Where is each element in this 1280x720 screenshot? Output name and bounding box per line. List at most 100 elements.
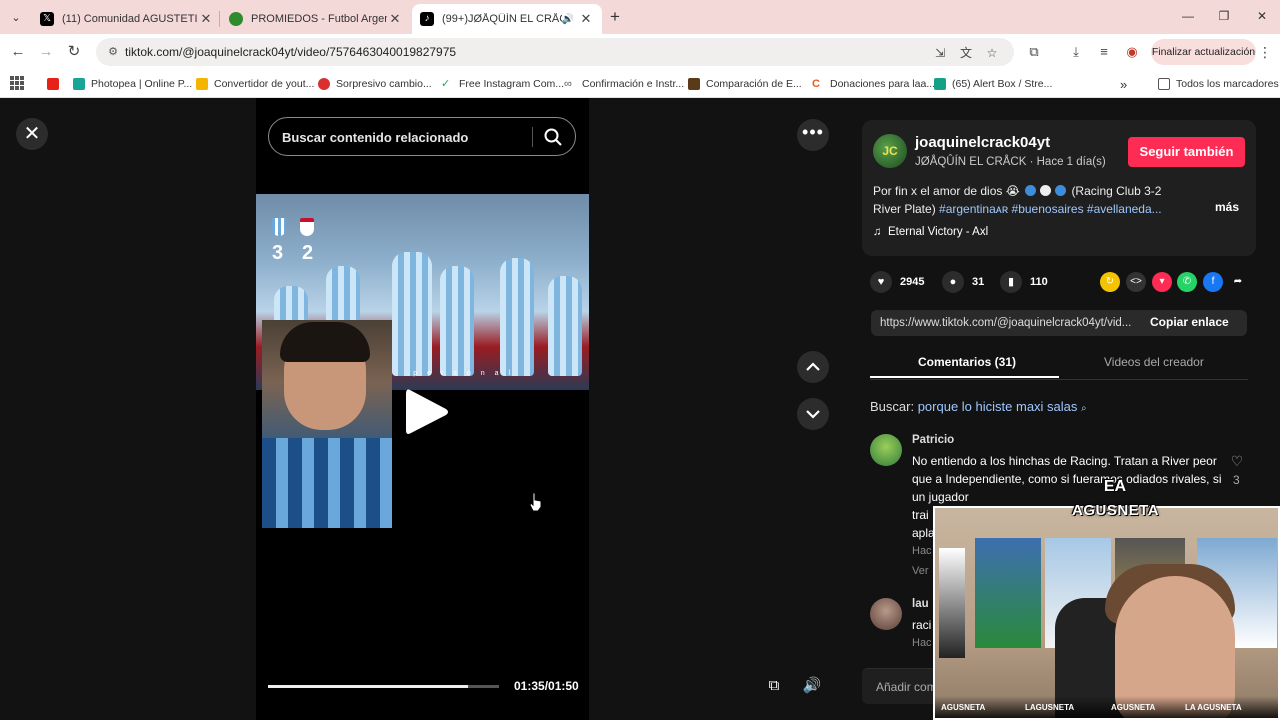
whatsapp-icon[interactable]: ✆	[1177, 272, 1197, 292]
tab-creator-videos[interactable]: Videos del creador	[1104, 355, 1204, 369]
comment-text: No entiendo a los hinchas de Racing. Tra…	[912, 454, 1222, 504]
x-handle: LAGUSNETA	[1025, 703, 1075, 712]
url-text: tiktok.com/@joaquinelcrack04yt/video/757…	[125, 45, 457, 59]
share-arrow-icon[interactable]: ➦	[1228, 272, 1248, 292]
post-info-card: JC joaquinelcrack04yt JØÅQÛÍN EL CRÅCK ·…	[862, 120, 1256, 256]
commenter-name[interactable]: Patricio	[912, 434, 954, 446]
music-link[interactable]: ♫ Eternal Victory - Axl	[873, 226, 988, 238]
scoreboard: 3 2	[270, 216, 320, 268]
tab-comments[interactable]: Comentarios (31)	[918, 355, 1016, 369]
folder-icon	[1158, 78, 1170, 90]
search-suggestion[interactable]: Buscar: porque lo hiciste maxi salas ⌕	[870, 399, 1087, 414]
commenter-avatar[interactable]	[870, 598, 902, 630]
new-tab-plus-icon[interactable]: +	[606, 8, 624, 26]
bookmark-star-icon[interactable]: ☆	[984, 45, 1000, 61]
bookmark-youtube[interactable]	[47, 76, 65, 92]
bookmark-label: Sorpresivo cambio...	[336, 78, 432, 90]
brand-text: AGUSNETA	[1072, 502, 1160, 519]
downloads-icon[interactable]: ⤓	[1068, 44, 1084, 60]
extensions-icon[interactable]: ⧉	[1026, 44, 1042, 60]
active-tab-underline	[870, 376, 1059, 378]
close-video-button[interactable]: ✕	[16, 118, 48, 150]
comment-text-cut: apla	[912, 526, 935, 540]
post-description: Por fin x el amor de dios 😭 (Racing Club…	[873, 182, 1173, 218]
video-player[interactable]: Buscar contenido relacionado 3 2 pax per…	[256, 98, 589, 720]
forward-arrow-icon[interactable]: →	[36, 42, 56, 62]
comment-time: Hac	[912, 637, 932, 649]
bookmark-comparacion[interactable]: Comparación de E...	[688, 76, 802, 92]
chevron-up-icon	[806, 362, 820, 371]
more-description-link[interactable]: más	[1215, 200, 1239, 214]
video-progress-bar[interactable]	[268, 685, 499, 688]
profile-icon[interactable]: ◉	[1124, 44, 1140, 60]
comment-like-count: 3	[1233, 473, 1240, 487]
tiktok-favicon-icon: ♪	[420, 12, 434, 26]
speaker-icon[interactable]: 🔊	[562, 14, 574, 25]
embed-code-icon[interactable]: <>	[1126, 272, 1146, 292]
post-hashtags[interactable]: #argentinaᴀʀ #buenosaires #avellaneda...	[939, 202, 1162, 216]
tab-search-chevron-icon[interactable]: ⌄	[6, 7, 26, 27]
install-app-icon[interactable]: ⇲	[932, 45, 948, 61]
minimize-icon[interactable]: —	[1176, 6, 1200, 26]
bookmark-alertbox[interactable]: (65) Alert Box / Stre...	[934, 76, 1052, 92]
player-figure	[392, 252, 432, 376]
previous-video-button[interactable]	[797, 351, 829, 383]
commenter-avatar[interactable]	[870, 434, 902, 466]
next-video-button[interactable]	[797, 398, 829, 430]
bookmark-photopea[interactable]: Photopea | Online P...	[73, 76, 192, 92]
window-close-icon[interactable]: ✕	[1250, 6, 1274, 26]
bookmark-label: Donaciones para laa...	[830, 78, 936, 90]
floating-player-icon[interactable]: ⧉	[762, 674, 786, 698]
close-tab-icon[interactable]: ✕	[578, 11, 594, 27]
send-icon[interactable]: ▾	[1152, 272, 1172, 292]
close-tab-icon[interactable]: ✕	[198, 11, 214, 27]
follow-button[interactable]: Seguir también	[1128, 137, 1245, 167]
media-controls-icon[interactable]: ≡	[1096, 44, 1112, 60]
related-search-input[interactable]: Buscar contenido relacionado	[268, 117, 576, 156]
address-bar[interactable]: ⚙ tiktok.com/@joaquinelcrack04yt/video/7…	[96, 38, 1014, 66]
translate-icon[interactable]: 文	[958, 45, 974, 61]
creator-avatar[interactable]: JC	[873, 134, 907, 168]
tab-promiedos[interactable]: PROMIEDOS - Futbol Argentino ✕	[221, 4, 411, 34]
bookmarks-overflow-icon[interactable]: »	[1120, 76, 1127, 92]
repost-icon[interactable]: ↻	[1100, 272, 1120, 292]
creator-username[interactable]: joaquinelcrack04yt	[915, 134, 1050, 151]
promiedos-favicon-icon	[229, 12, 243, 26]
bookmark-donaciones[interactable]: C Donaciones para laa...	[812, 76, 935, 92]
bookmark-label: Photopea | Online P...	[91, 78, 193, 90]
volume-icon[interactable]: 🔊	[800, 674, 824, 698]
tab-tiktok[interactable]: ♪ (99+)JØÅQÛÍN EL CRÅCK (@ 🔊 ✕	[412, 4, 602, 34]
close-tab-icon[interactable]: ✕	[387, 11, 403, 27]
video-time: 01:35/01:50	[514, 679, 579, 693]
facebook-icon[interactable]: f	[1203, 272, 1223, 292]
commenter-name[interactable]: lau	[912, 598, 929, 610]
restore-icon[interactable]: ❐	[1212, 6, 1236, 26]
bookmark-confirmacion[interactable]: ∞ Confirmación e Instr...	[564, 76, 684, 92]
bookmark-sorpresivo[interactable]: Sorpresivo cambio...	[318, 76, 432, 92]
share-link-url[interactable]: https://www.tiktok.com/@joaquinelcrack04…	[880, 317, 1144, 329]
tab-comunidad[interactable]: 𝕏 (11) Comunidad AGUSTETISMO ✕	[32, 4, 222, 34]
site-info-icon[interactable]: ⚙	[106, 45, 120, 59]
bookmark-instagram[interactable]: ✓ Free Instagram Com...	[441, 76, 564, 92]
creator-facecam	[262, 320, 392, 528]
comment-stat[interactable]: ● 31	[942, 270, 984, 294]
instagram-handle: AGUSNETA	[941, 703, 986, 712]
back-arrow-icon[interactable]: ←	[8, 42, 28, 62]
search-icon[interactable]	[543, 127, 563, 147]
creator-subline: JØÅQÛÍN EL CRÅCK · Hace 1 día(s)	[915, 156, 1106, 168]
bookmark-convertidor[interactable]: Convertidor de yout...	[196, 76, 314, 92]
apps-grid-icon[interactable]	[10, 76, 24, 90]
finish-update-button[interactable]: Finalizar actualización	[1151, 39, 1256, 65]
browser-menu-icon[interactable]: ⋮	[1258, 43, 1272, 61]
more-options-button[interactable]: •••	[797, 119, 829, 151]
all-bookmarks[interactable]: Todos los marcadores	[1158, 76, 1279, 92]
play-icon[interactable]	[404, 386, 450, 438]
copy-link-button[interactable]: Copiar enlace	[1150, 315, 1229, 329]
reload-icon[interactable]: ↻	[64, 42, 84, 62]
add-comment-placeholder: Añadir com	[876, 680, 937, 694]
comment-like-heart-icon[interactable]: ♡	[1229, 453, 1245, 469]
view-replies-link[interactable]: Ver	[912, 565, 929, 577]
like-stat[interactable]: ♥ 2945	[870, 270, 924, 294]
save-stat[interactable]: ▮ 110	[1000, 270, 1048, 294]
music-note-icon: ♫	[873, 226, 882, 238]
